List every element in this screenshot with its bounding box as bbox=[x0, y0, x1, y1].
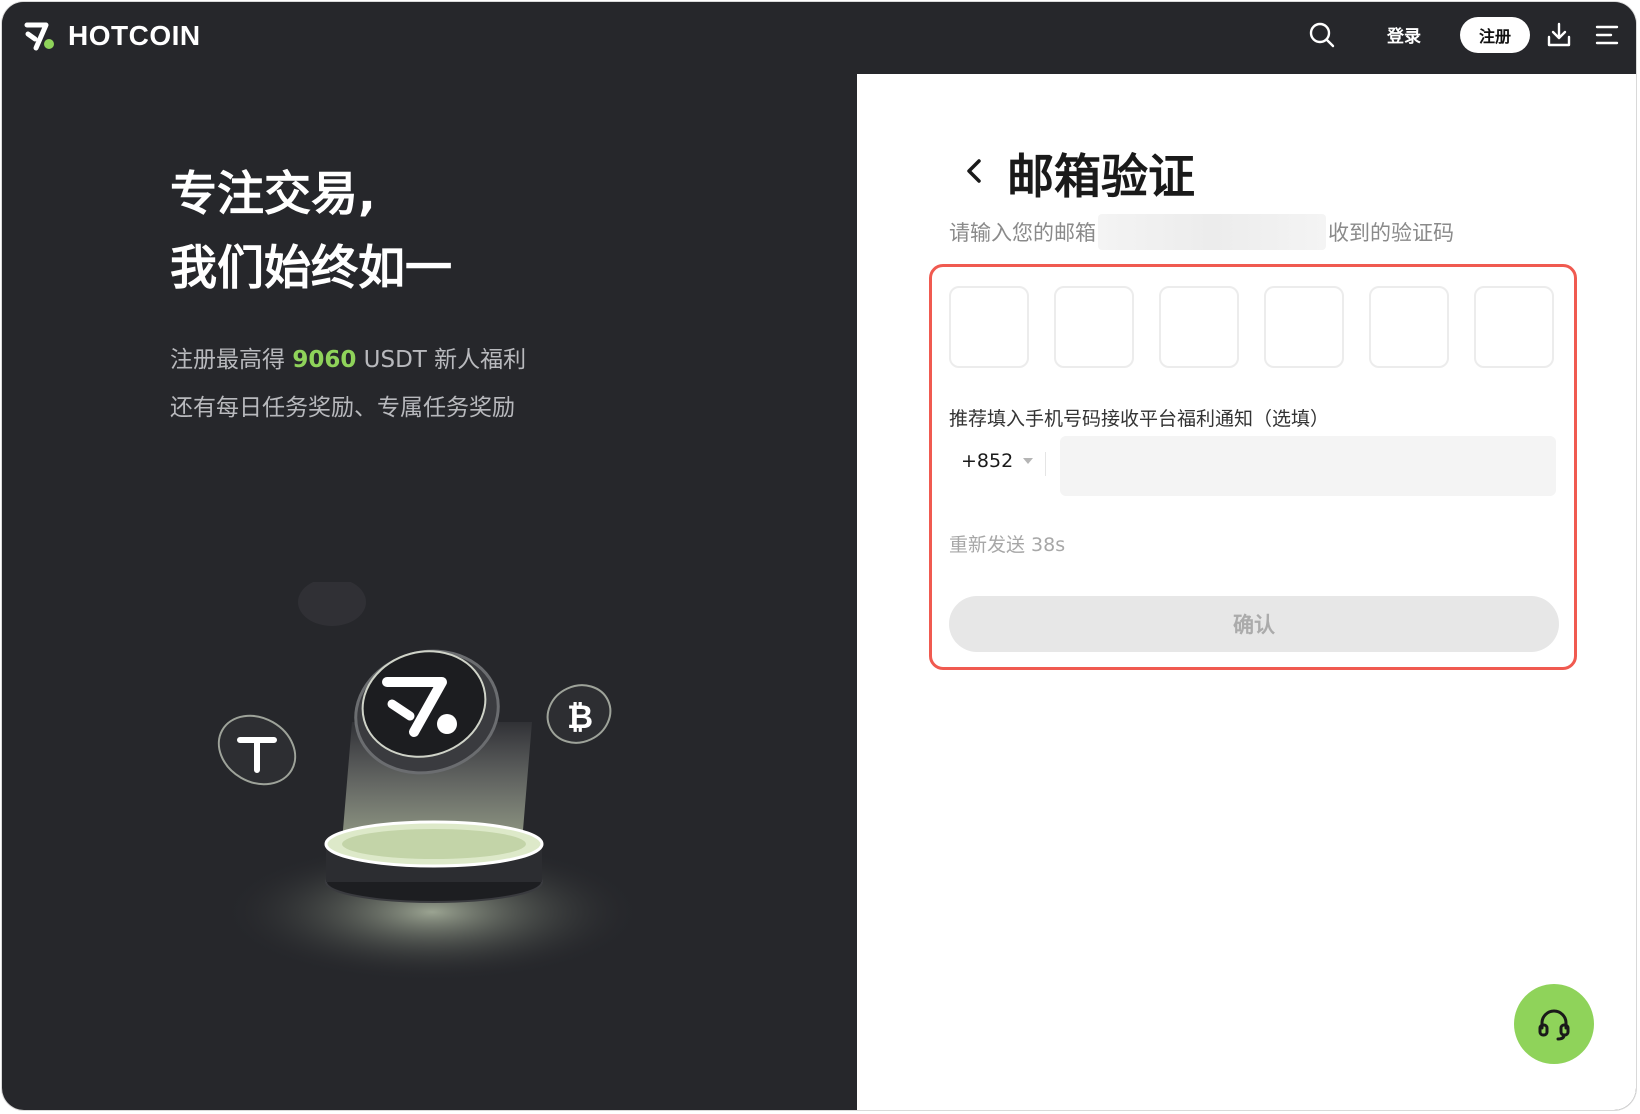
subtitle-suffix: 收到的验证码 bbox=[1328, 221, 1454, 245]
back-arrow-icon[interactable] bbox=[957, 154, 991, 188]
verification-code-inputs bbox=[949, 286, 1559, 370]
promo-text: 注册最高得 9060 USDT 新人福利 还有每日任务奖励、专属任务奖励 bbox=[170, 336, 526, 432]
download-icon[interactable] bbox=[1544, 20, 1574, 50]
promo-suffix: USDT 新人福利 bbox=[356, 347, 527, 373]
headset-icon bbox=[1538, 1009, 1570, 1041]
verification-subtitle: 请输入您的邮箱 收到的验证码 bbox=[949, 214, 1454, 250]
hero-title-line-2: 我们始终如一 bbox=[170, 241, 452, 296]
svg-text:₿: ₿ bbox=[567, 698, 593, 736]
login-link[interactable]: 登录 bbox=[1387, 22, 1421, 47]
phone-label: 推荐填入手机号码接收平台福利通知（选填） bbox=[949, 408, 1330, 430]
brand-name: HOTCOIN bbox=[68, 20, 201, 51]
app-window: HOTCOIN 登录 注册 专注交易, 我们始终如一 注册最高得 9060 US… bbox=[2, 2, 1636, 1110]
menu-icon[interactable] bbox=[1592, 20, 1622, 50]
promo-amount: 9060 bbox=[292, 347, 357, 373]
brand-logo[interactable]: HOTCOIN bbox=[24, 18, 201, 54]
verification-panel: 邮箱验证 请输入您的邮箱 收到的验证码 推荐填入手机号码接收平台福利通知（选填）… bbox=[857, 74, 1636, 1110]
divider bbox=[1045, 452, 1046, 476]
code-digit-2[interactable] bbox=[1054, 286, 1134, 368]
hero-title: 专注交易, 我们始终如一 bbox=[170, 158, 452, 306]
register-button[interactable]: 注册 bbox=[1460, 17, 1530, 53]
country-code-value: +852 bbox=[961, 450, 1014, 472]
page-title: 邮箱验证 bbox=[1007, 150, 1195, 205]
code-digit-1[interactable] bbox=[949, 286, 1029, 368]
promo-line-2: 还有每日任务奖励、专属任务奖励 bbox=[170, 395, 515, 421]
hero-title-line-1: 专注交易, bbox=[170, 167, 376, 222]
code-digit-3[interactable] bbox=[1159, 286, 1239, 368]
promo-line-1: 注册最高得 9060 USDT 新人福利 bbox=[170, 336, 526, 384]
subtitle-prefix: 请输入您的邮箱 bbox=[949, 221, 1096, 245]
code-digit-6[interactable] bbox=[1474, 286, 1554, 368]
promo-prefix: 注册最高得 bbox=[170, 347, 293, 373]
top-nav: HOTCOIN 登录 注册 bbox=[2, 2, 1636, 74]
masked-email bbox=[1098, 214, 1326, 250]
hotcoin-logo-icon bbox=[24, 22, 54, 51]
coins-illustration: ₿ bbox=[217, 582, 642, 982]
phone-input[interactable] bbox=[1060, 436, 1556, 496]
search-icon[interactable] bbox=[1307, 20, 1337, 50]
code-digit-4[interactable] bbox=[1264, 286, 1344, 368]
country-code-select[interactable]: +852 bbox=[961, 450, 1034, 472]
chevron-down-icon bbox=[1023, 458, 1034, 464]
code-digit-5[interactable] bbox=[1369, 286, 1449, 368]
customer-support-button[interactable] bbox=[1514, 984, 1594, 1064]
confirm-button[interactable]: 确认 bbox=[949, 596, 1559, 652]
resend-countdown[interactable]: 重新发送 38s bbox=[949, 530, 1065, 557]
